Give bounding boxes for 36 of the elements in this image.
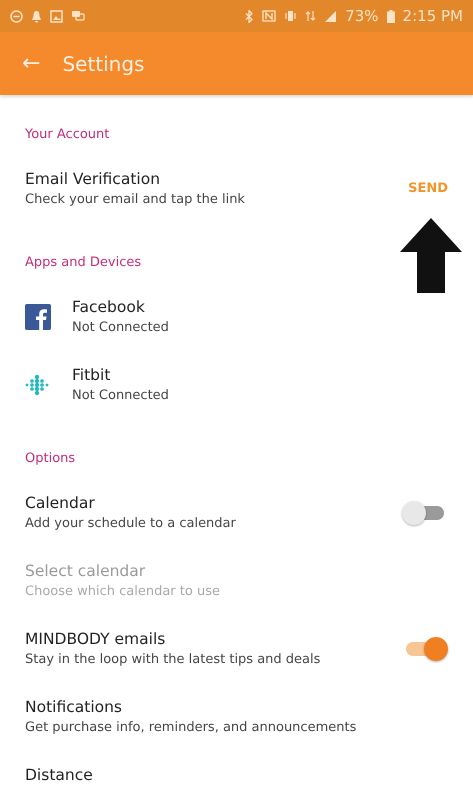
section-header: Your Account [25,126,110,144]
setting-title: Select calendar [25,560,146,582]
setting-description: Not Connected [72,386,169,405]
setting-description: Get purchase info, reminders, and announcements [25,718,356,737]
back-button[interactable]: ← [22,47,40,80]
messages-icon [71,10,85,22]
send-button[interactable]: SEND [408,179,448,199]
do-not-disturb-icon [10,10,23,22]
fitbit-logo-icon [25,372,51,398]
data-icon [305,10,316,22]
screen-title: Settings [62,50,144,78]
arrow-icon [400,218,462,293]
setting-title: Fitbit [72,364,112,386]
clock: 2:15 PM [402,6,463,27]
setting-title: Distance [25,764,93,786]
setting-title: Notifications [25,696,124,718]
section-header: Apps and Devices [25,254,142,272]
setting-description: Add your schedule to a calendar [25,514,236,533]
bell-icon [31,10,42,22]
setting-title: Email Verification [25,168,162,190]
image-icon [50,10,63,22]
setting-description: Choose which calendar to use [25,582,220,601]
setting-description: Stay in the loop with the latest tips and deals [25,650,320,669]
section-header: Options [25,450,76,468]
vibrate-icon [284,10,298,22]
setting-description: Check your email and tap the link [25,190,245,209]
nfc-icon [262,10,276,22]
battery-icon [386,10,395,22]
bluetooth-icon [245,10,254,22]
facebook-logo-icon [25,304,51,330]
setting-title: Calendar [25,492,96,514]
setting-description: Not Connected [72,318,169,337]
battery-percentage: 73% [345,6,379,27]
setting-title: Facebook [72,296,146,318]
setting-title: MINDBODY emails [25,628,166,650]
signal-icon [324,10,338,22]
